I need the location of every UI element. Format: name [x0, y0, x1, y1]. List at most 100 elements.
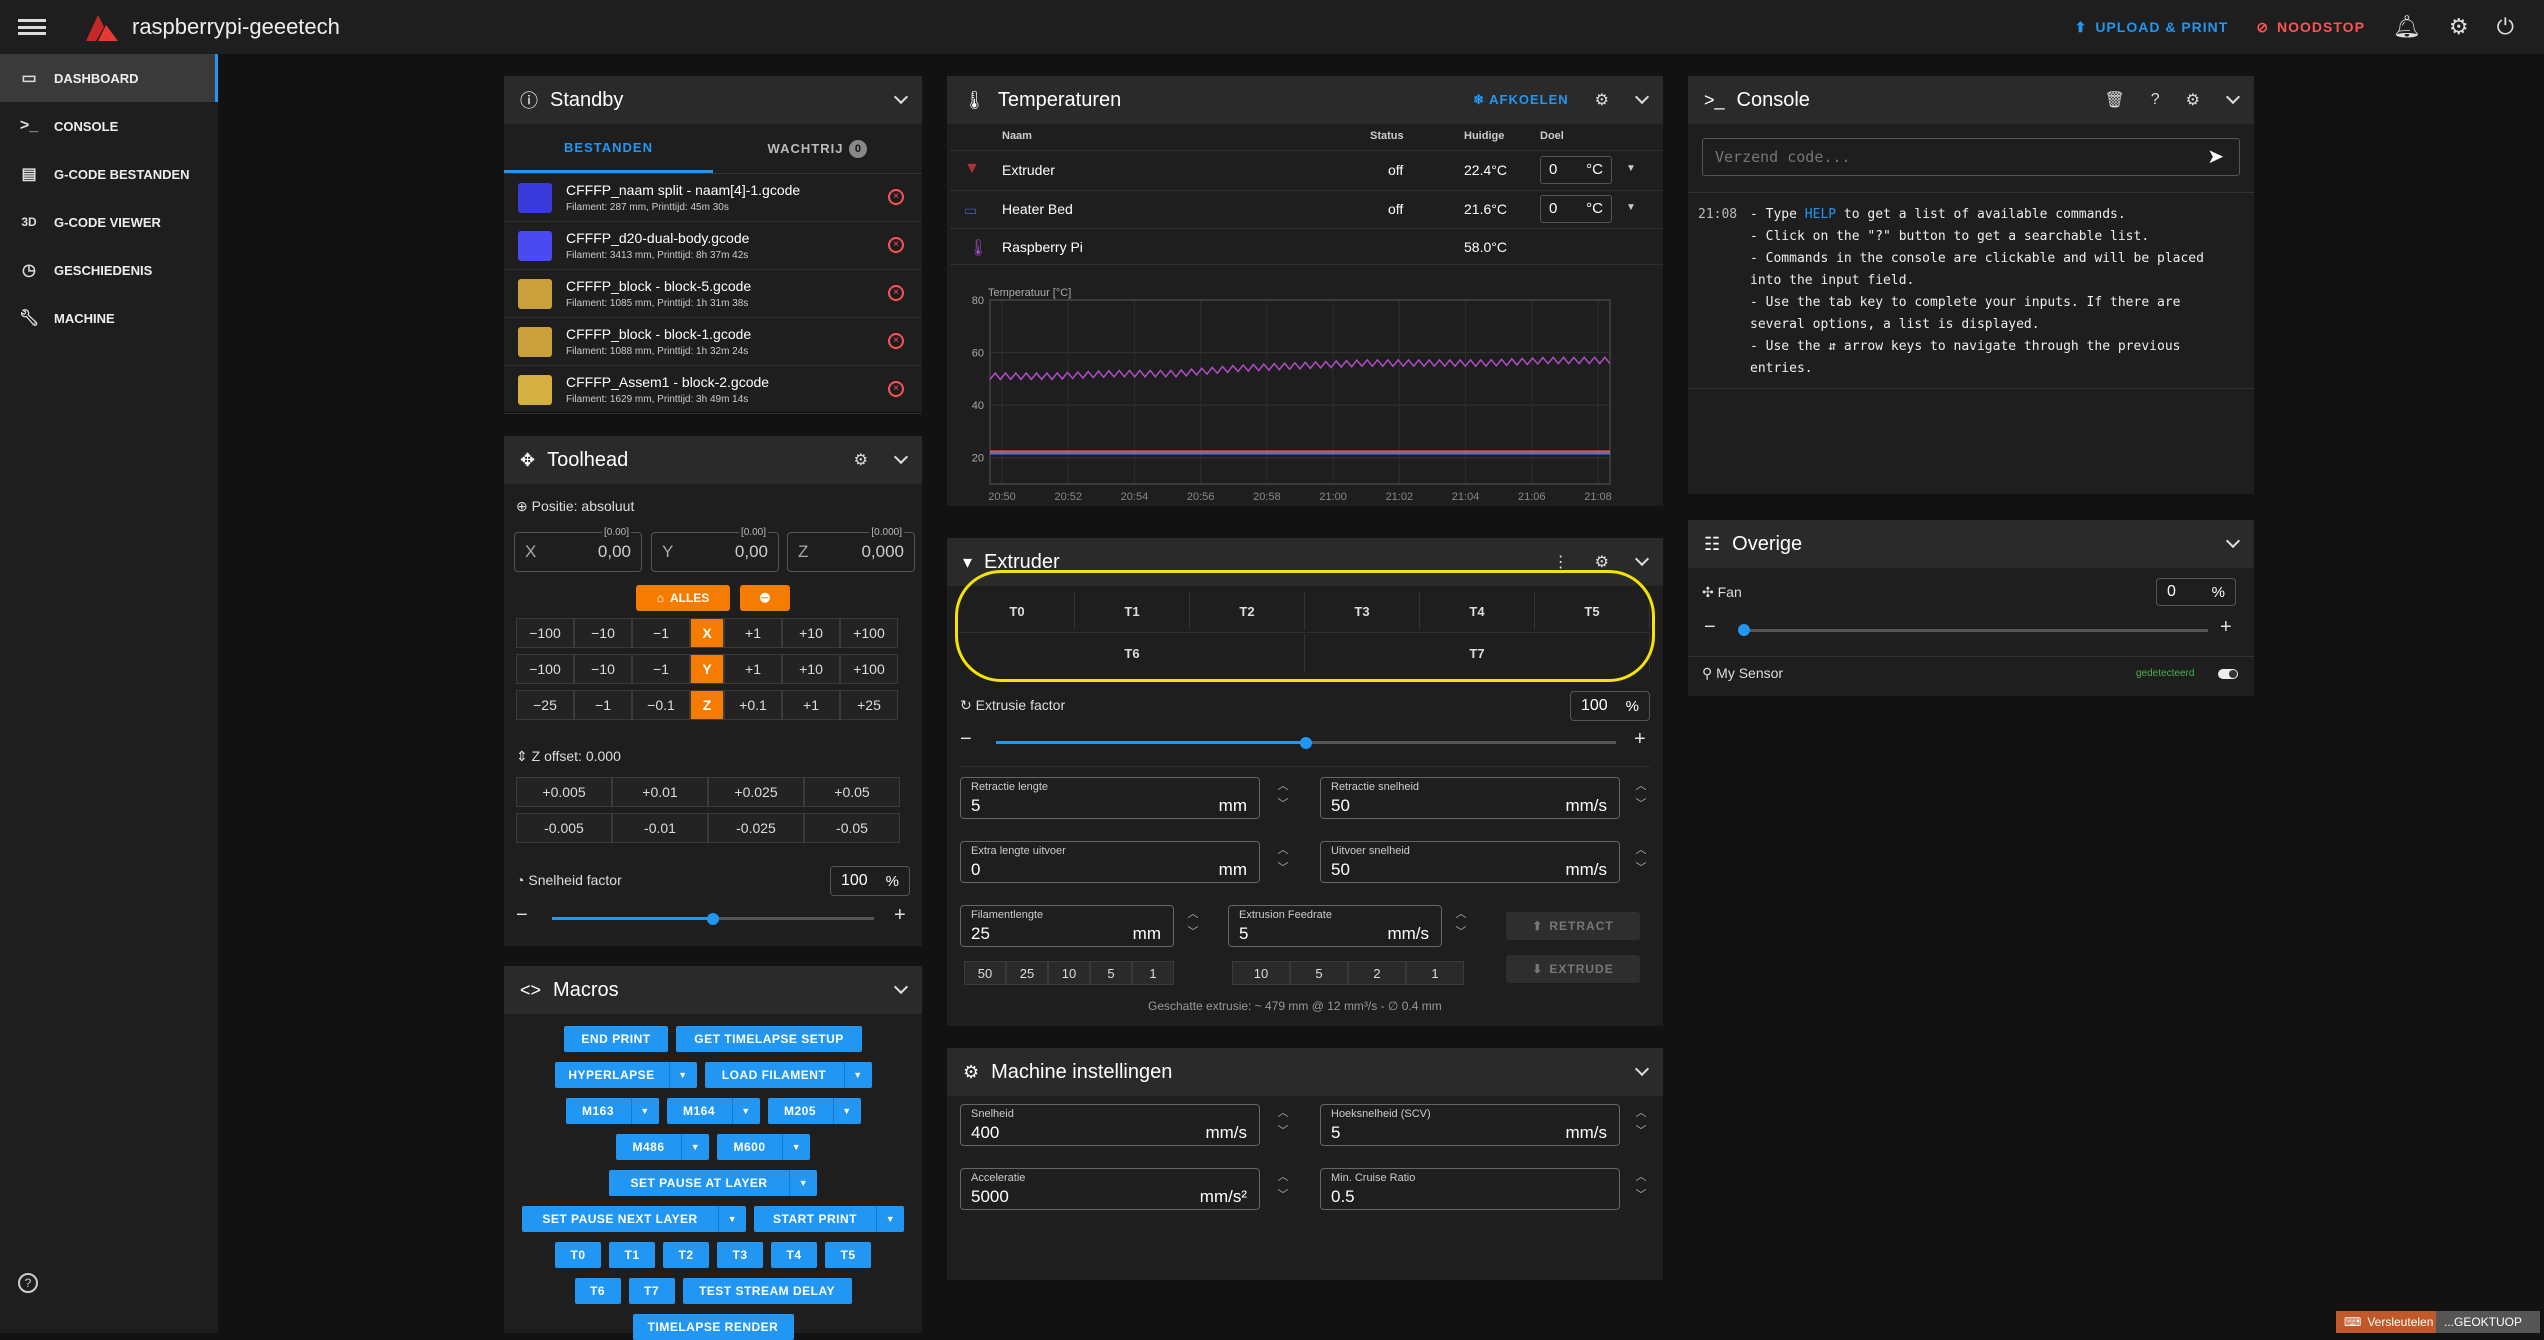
z-offset-up-button[interactable]: +0.005	[516, 777, 612, 807]
preset-chip[interactable]: 50	[964, 961, 1006, 985]
y-jog-button[interactable]: +100	[840, 654, 898, 684]
z-jog-button[interactable]: +25	[840, 690, 898, 720]
retract-button[interactable]: ⬆ RETRACT	[1506, 912, 1640, 940]
stepper-arrows[interactable]: ︿﹀	[1276, 841, 1290, 877]
macro-button[interactable]: M486▼	[616, 1134, 709, 1160]
extra-length-field[interactable]: Extra lengte uitvoer 0 mm	[960, 841, 1260, 883]
x-jog-button[interactable]: −10	[574, 618, 632, 648]
stepper-arrows[interactable]: ︿﹀	[1276, 1168, 1290, 1204]
filament-length-field[interactable]: Filamentlengte 25 mm	[960, 905, 1174, 947]
macro-button[interactable]: TEST STREAM DELAY	[683, 1278, 852, 1304]
console-line[interactable]: into the input field.	[1750, 270, 2204, 292]
fan-slider-knob[interactable]	[1738, 624, 1750, 636]
chevron-down-icon[interactable]: ▼	[876, 1206, 904, 1232]
macro-button[interactable]: M164▼	[667, 1098, 760, 1124]
preset-chip[interactable]: 5	[1090, 961, 1132, 985]
stepper-arrows[interactable]: ︿﹀	[1634, 841, 1648, 877]
speed-factor-input[interactable]: 100 %	[830, 866, 910, 896]
min-cruise-ratio-field[interactable]: Min. Cruise Ratio 0.5	[1320, 1168, 1620, 1210]
chevron-down-icon[interactable]	[894, 980, 908, 994]
z-offset-down-button[interactable]: -0.005	[516, 813, 612, 843]
minus-icon[interactable]: −	[516, 904, 528, 927]
sensor-toggle[interactable]	[2218, 669, 2238, 679]
chevron-down-icon[interactable]: ▼	[789, 1170, 817, 1196]
temp-row-name[interactable]: Heater Bed	[1002, 201, 1073, 217]
taskbar-item[interactable]: ⌨ Versleutelen	[2336, 1311, 2441, 1333]
bell-icon[interactable]: 🔔︎	[2393, 14, 2421, 40]
z-jog-button[interactable]: +0.1	[724, 690, 782, 720]
delete-icon[interactable]: ×	[888, 189, 904, 205]
stepper-arrows[interactable]: ︿﹀	[1634, 1104, 1648, 1140]
extrusion-feedrate-field[interactable]: Extrusion Feedrate 5 mm/s	[1228, 905, 1442, 947]
z-jog-button[interactable]: −1	[574, 690, 632, 720]
unretract-speed-field[interactable]: Uitvoer snelheid 50 mm/s	[1320, 841, 1620, 883]
z-offset-up-button[interactable]: +0.025	[708, 777, 804, 807]
more-vert-icon[interactable]: ⋮	[1553, 552, 1569, 572]
extrude-button[interactable]: ⬇ EXTRUDE	[1506, 955, 1640, 983]
y-jog-button[interactable]: −100	[516, 654, 574, 684]
temp-row-name[interactable]: Raspberry Pi	[1002, 239, 1083, 255]
minus-icon[interactable]: −	[1704, 616, 1716, 639]
z-offset-down-button[interactable]: -0.01	[612, 813, 708, 843]
x-jog-button[interactable]: +100	[840, 618, 898, 648]
macro-button[interactable]: LOAD FILAMENT▼	[705, 1062, 872, 1088]
preset-chip[interactable]: 1	[1406, 961, 1464, 985]
delete-icon[interactable]: ×	[888, 381, 904, 397]
file-row[interactable]: CFFFP_Assem1 - block-2.gcodeFilament: 16…	[504, 366, 922, 414]
z-offset-up-button[interactable]: +0.01	[612, 777, 708, 807]
macro-button[interactable]: T7	[629, 1278, 675, 1304]
macro-button[interactable]: T1	[609, 1242, 655, 1268]
plus-icon[interactable]: +	[2220, 616, 2232, 639]
console-line[interactable]: - Type HELP to get a list of available c…	[1750, 204, 2204, 226]
help-command-link[interactable]: HELP	[1805, 207, 1836, 222]
z-position-field[interactable]: [0.000] Z 0,000	[787, 532, 915, 572]
x-jog-button[interactable]: −1	[632, 618, 690, 648]
settings-icon[interactable]: ⚙	[2449, 14, 2469, 40]
chevron-down-icon[interactable]: ▼	[782, 1134, 810, 1160]
minus-icon[interactable]: −	[960, 728, 972, 751]
extrusion-factor-input[interactable]: 100 %	[1570, 691, 1650, 721]
macro-button[interactable]: SET PAUSE AT LAYER▼	[609, 1170, 817, 1196]
stepper-arrows[interactable]: ︿﹀	[1454, 905, 1468, 941]
console-line[interactable]: - Commands in the console are clickable …	[1750, 248, 2204, 270]
y-jog-button[interactable]: +10	[782, 654, 840, 684]
stepper-arrows[interactable]: ︿﹀	[1634, 1168, 1648, 1204]
gear-icon[interactable]: ⚙	[854, 450, 868, 470]
retract-length-field[interactable]: Retractie lengte 5 mm	[960, 777, 1260, 819]
scv-field[interactable]: Hoeksnelheid (SCV) 5 mm/s	[1320, 1104, 1620, 1146]
chevron-down-icon[interactable]	[2226, 534, 2240, 548]
macro-button[interactable]: M163▼	[566, 1098, 659, 1124]
macro-button[interactable]: T5	[825, 1242, 871, 1268]
file-row[interactable]: CFFFP_block - block-1.gcodeFilament: 108…	[504, 318, 922, 366]
stepper-arrows[interactable]: ︿﹀	[1634, 777, 1648, 813]
macro-button[interactable]: M205▼	[768, 1098, 861, 1124]
chevron-down-icon[interactable]: ▼	[631, 1098, 659, 1124]
send-icon[interactable]: ➤	[2207, 144, 2224, 169]
chevron-down-icon[interactable]	[2226, 90, 2240, 104]
taskbar-item[interactable]: ...GEOKTUOP	[2436, 1311, 2540, 1333]
delete-icon[interactable]: ×	[888, 237, 904, 253]
tab-files[interactable]: BESTANDEN	[504, 124, 713, 173]
console-input[interactable]	[1702, 138, 2240, 176]
console-line[interactable]: - Use the ⇵ arrow keys to navigate throu…	[1750, 336, 2204, 358]
console-line[interactable]: - Click on the "?" button to get a searc…	[1750, 226, 2204, 248]
chevron-down-icon[interactable]: ▼	[718, 1206, 746, 1232]
chevron-down-icon[interactable]: ▼	[669, 1062, 697, 1088]
z-jog-button[interactable]: −0.1	[632, 690, 690, 720]
gear-icon[interactable]: ⚙	[2186, 90, 2200, 110]
chevron-down-icon[interactable]	[894, 450, 908, 464]
console-line[interactable]: - Use the tab key to complete your input…	[1750, 292, 2204, 314]
x-home-button[interactable]: X	[690, 618, 724, 648]
extrusion-slider-knob[interactable]	[1300, 737, 1312, 749]
chevron-down-icon[interactable]: ▼	[681, 1134, 709, 1160]
speed-field[interactable]: Snelheid 400 mm/s	[960, 1104, 1260, 1146]
stepper-arrows[interactable]: ︿﹀	[1186, 905, 1200, 941]
z-offset-up-button[interactable]: +0.05	[804, 777, 900, 807]
z-offset-down-button[interactable]: -0.05	[804, 813, 900, 843]
macro-button[interactable]: TIMELAPSE RENDER	[633, 1314, 794, 1340]
y-jog-button[interactable]: −10	[574, 654, 632, 684]
extruder-target-input[interactable]: 0 °C	[1540, 156, 1612, 184]
chevron-down-icon[interactable]	[1635, 1062, 1649, 1076]
plus-icon[interactable]: +	[1634, 728, 1646, 751]
chevron-down-icon[interactable]	[1635, 90, 1649, 104]
